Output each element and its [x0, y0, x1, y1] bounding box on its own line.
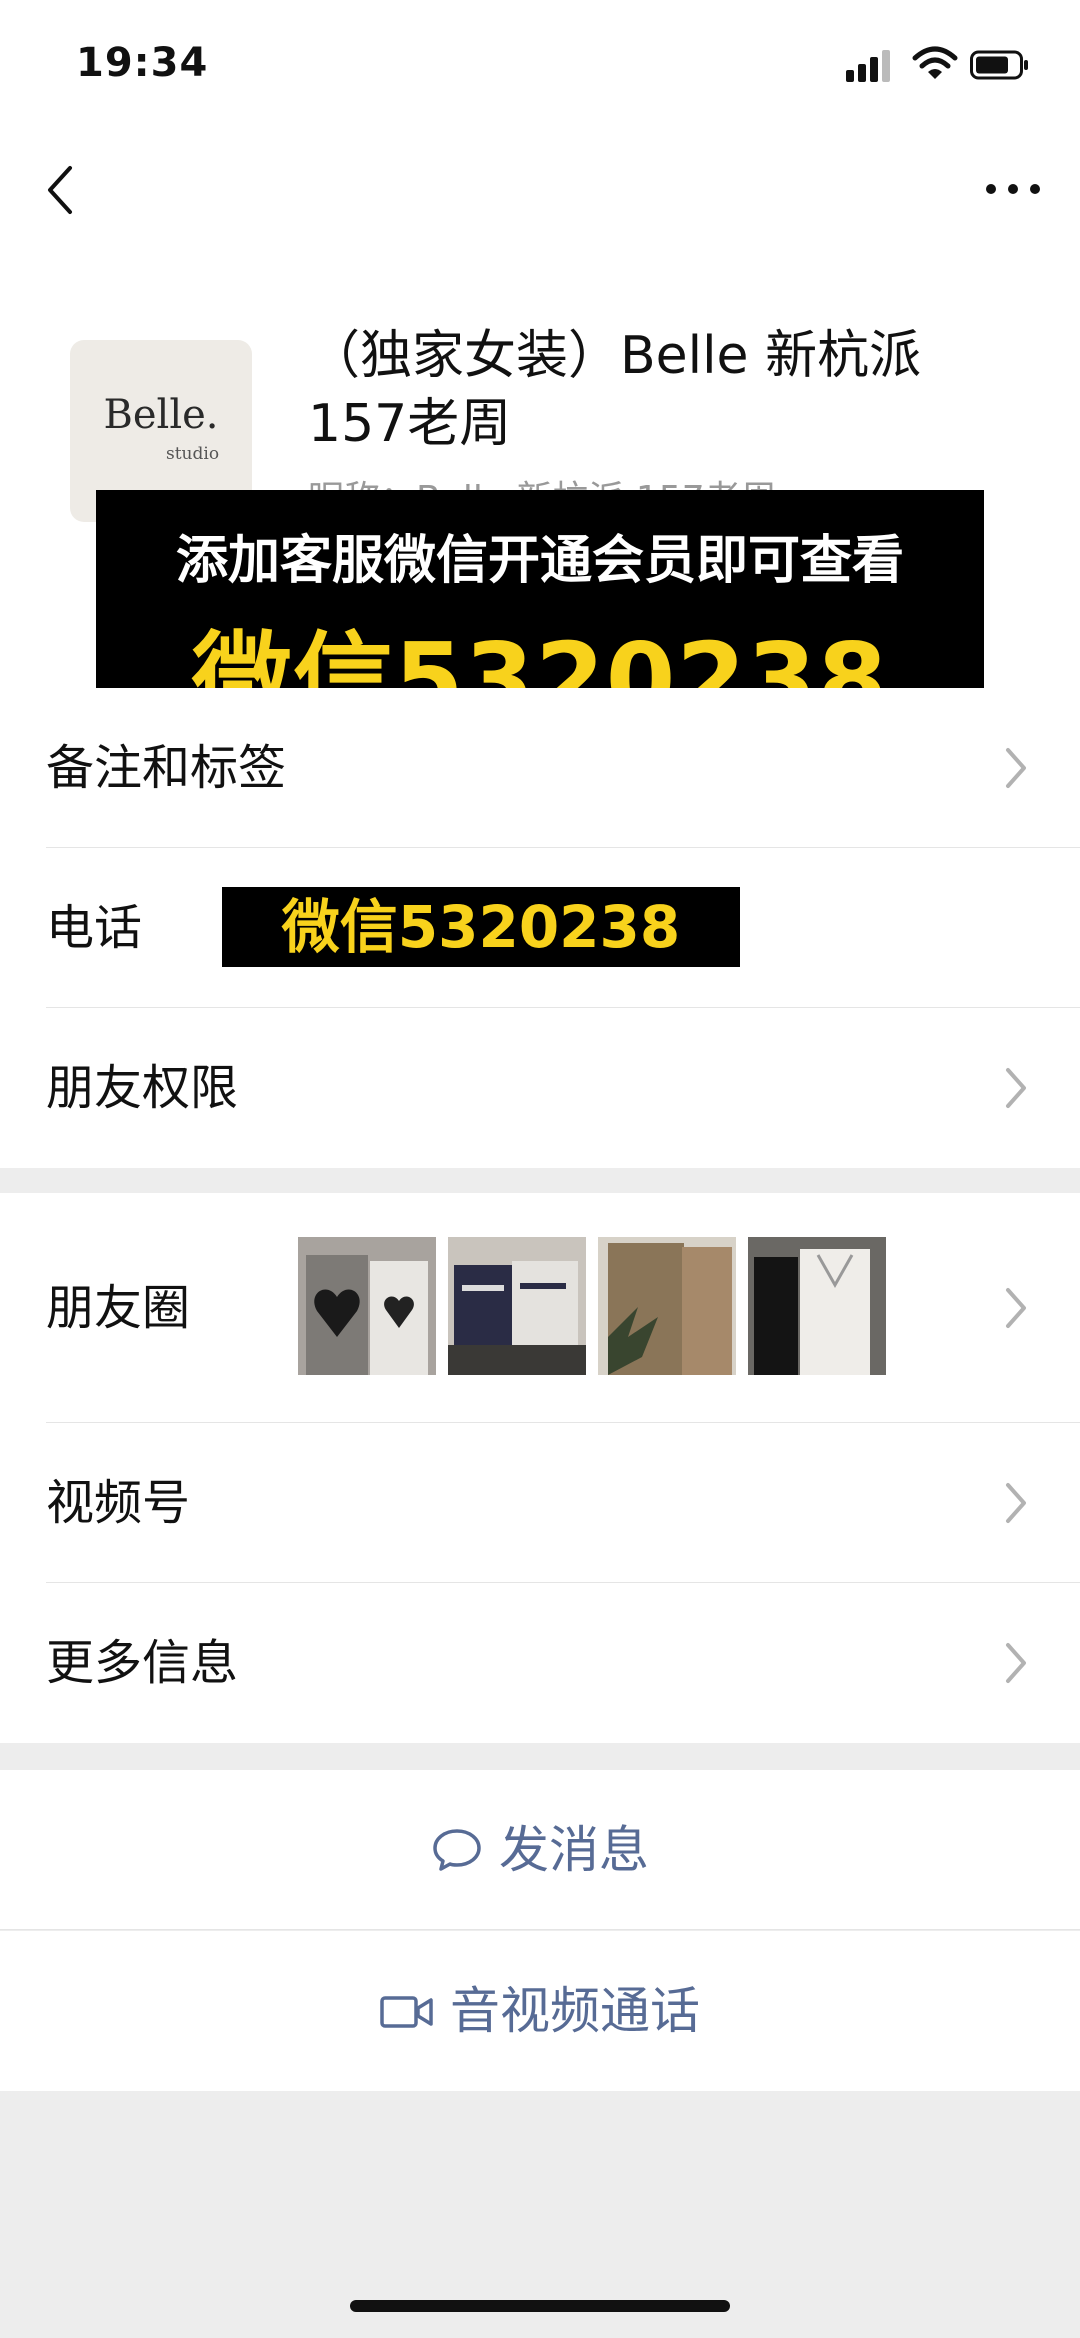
- navigation-bar: [0, 140, 1080, 240]
- row-remark-tags[interactable]: 备注和标签: [0, 688, 1080, 848]
- promo-overlay-line1: 添加客服微信开通会员即可查看: [175, 531, 904, 591]
- more-dots-icon[interactable]: [970, 170, 1040, 210]
- row-more-info[interactable]: 更多信息: [0, 1583, 1080, 1743]
- row-remark-label: 备注和标签: [46, 740, 287, 796]
- back-arrow-icon[interactable]: [40, 160, 80, 220]
- status-time: 19:34: [76, 40, 209, 86]
- phone-value-box[interactable]: 微信5320238: [222, 887, 740, 967]
- video-call-label: 音视频通话: [450, 1982, 700, 2040]
- divider: [0, 1929, 1080, 1930]
- moments-thumbnail: [448, 1237, 586, 1375]
- wifi-icon: [912, 46, 958, 79]
- moments-thumbnail: [748, 1237, 886, 1375]
- video-call-button[interactable]: 音视频通话: [0, 1931, 1080, 2091]
- chevron-right-icon: [1006, 1643, 1026, 1683]
- signal-icon: [846, 48, 896, 82]
- send-message-button[interactable]: 发消息: [0, 1770, 1080, 1930]
- contact-name: （独家女装）Belle 新杭派 157老周: [308, 326, 922, 454]
- moments-thumbnails: [298, 1237, 886, 1375]
- moments-thumbnail: [298, 1237, 436, 1375]
- row-friend-permission[interactable]: 朋友权限: [0, 1008, 1080, 1168]
- chat-bubble-icon: [433, 1828, 481, 1871]
- chevron-right-icon: [1006, 1483, 1026, 1523]
- video-camera-icon: [380, 1995, 433, 2028]
- row-moments-label: 朋友圈: [46, 1280, 191, 1336]
- row-moments[interactable]: 朋友圈: [0, 1193, 1080, 1423]
- row-channels-label: 视频号: [46, 1475, 191, 1531]
- row-channels[interactable]: 视频号: [0, 1423, 1080, 1583]
- avatar-logo-text: Belle.: [103, 392, 219, 438]
- chevron-right-icon: [1006, 1068, 1026, 1108]
- status-bar: 19:34: [0, 0, 1080, 130]
- home-indicator[interactable]: [350, 2300, 730, 2312]
- row-more-info-label: 更多信息: [46, 1635, 239, 1691]
- send-message-label: 发消息: [499, 1821, 649, 1879]
- moments-thumbnail: [598, 1237, 736, 1375]
- battery-icon: [970, 50, 1028, 80]
- phone-value: 微信5320238: [281, 893, 681, 961]
- row-phone-label: 电话: [46, 900, 143, 956]
- chevron-right-icon: [1006, 1288, 1026, 1328]
- chevron-right-icon: [1006, 748, 1026, 788]
- row-permission-label: 朋友权限: [46, 1060, 239, 1116]
- avatar-logo-subtext: studio: [166, 444, 220, 464]
